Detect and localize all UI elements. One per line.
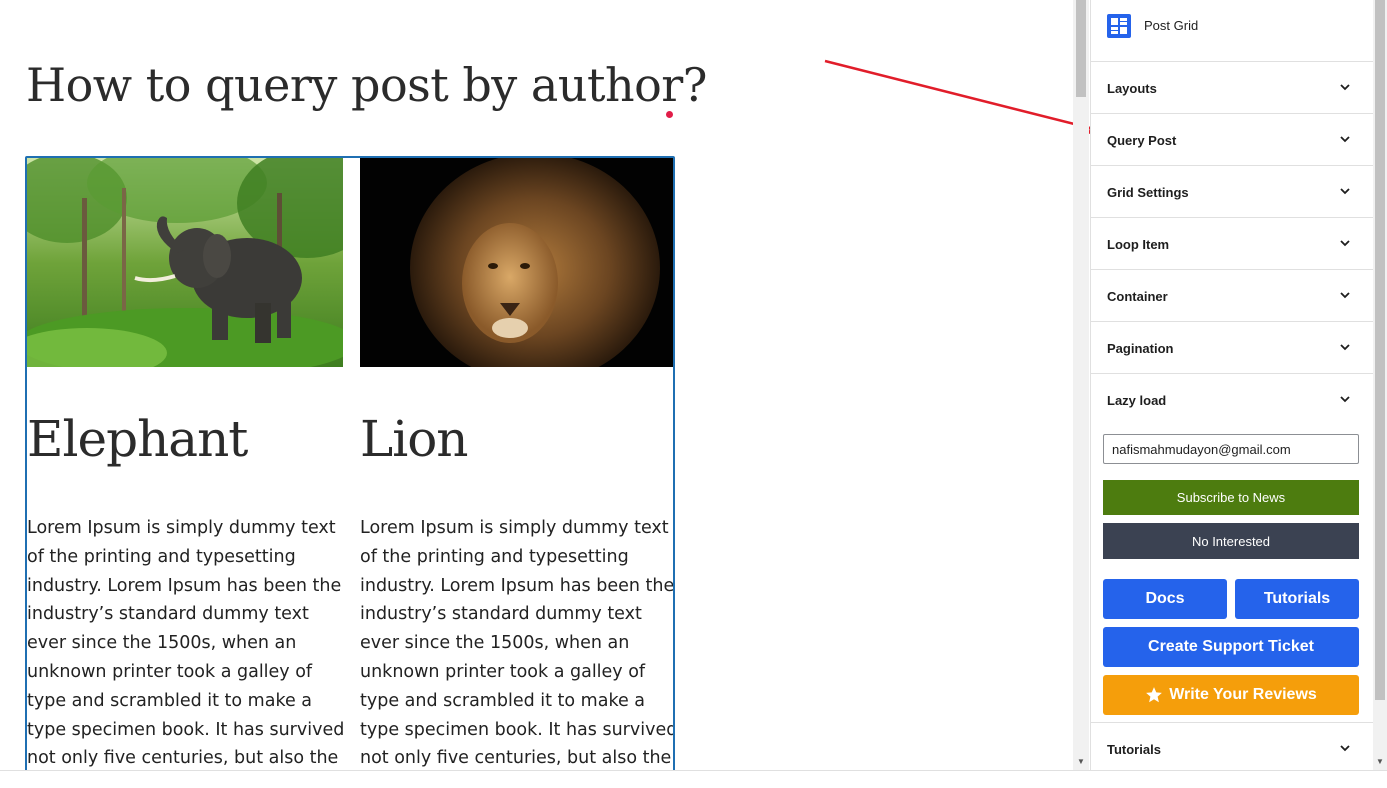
panel-pagination[interactable]: Pagination: [1091, 322, 1373, 374]
panel-query-post[interactable]: Query Post: [1091, 114, 1373, 166]
post-grid-block[interactable]: Elephant Lorem Ipsum is simply dummy tex…: [25, 156, 675, 770]
grid-item-excerpt: Lorem Ipsum is simply dummy text of the …: [27, 518, 345, 769]
bottom-edge: [0, 770, 1387, 788]
chevron-down-icon: [1340, 396, 1350, 403]
chevron-down-icon: [1340, 136, 1350, 143]
sidebar-scrollbar[interactable]: ▼: [1373, 0, 1387, 770]
docs-button[interactable]: Docs: [1103, 579, 1227, 619]
write-reviews-button[interactable]: Write Your Reviews: [1103, 675, 1359, 715]
grid-item-elephant[interactable]: Elephant Lorem Ipsum is simply dummy tex…: [27, 158, 344, 768]
elephant-image: [27, 158, 343, 367]
grid-item-title[interactable]: Lion: [360, 410, 468, 468]
block-settings-sidebar: Post Grid Layouts Query Post Grid Settin…: [1090, 0, 1374, 770]
panel-loop-item[interactable]: Loop Item: [1091, 218, 1373, 270]
canvas-scrollbar[interactable]: ▼: [1073, 0, 1089, 770]
chevron-down-icon: [1340, 188, 1350, 195]
panel-label: Query Post: [1107, 133, 1177, 148]
canvas-scrollbar-thumb[interactable]: [1076, 0, 1086, 97]
scroll-down-icon[interactable]: ▼: [1376, 757, 1384, 766]
panel-label: Lazy load: [1107, 393, 1167, 408]
title-dot: [666, 111, 673, 118]
panel-label: Pagination: [1107, 341, 1174, 356]
chevron-down-icon: [1340, 344, 1350, 351]
subscribe-button[interactable]: Subscribe to News: [1103, 480, 1359, 515]
panel-label: Tutorials: [1107, 742, 1161, 757]
panel-label: Layouts: [1107, 81, 1157, 96]
panel-label: Container: [1107, 289, 1168, 304]
grid-item-excerpt: Lorem Ipsum is simply dummy text of the …: [360, 518, 675, 769]
grid-item-lion[interactable]: Lion Lorem Ipsum is simply dummy text of…: [360, 158, 673, 768]
panel-grid-settings[interactable]: Grid Settings: [1091, 166, 1373, 218]
chevron-down-icon: [1340, 84, 1350, 91]
chevron-down-icon: [1340, 745, 1350, 752]
no-interest-button[interactable]: No Interested: [1103, 523, 1359, 559]
panel-layouts[interactable]: Layouts: [1091, 62, 1373, 114]
star-icon: [1146, 687, 1163, 703]
editor-canvas: How to query post by author? Elephant Lo…: [0, 0, 1073, 770]
tutorials-button[interactable]: Tutorials: [1235, 579, 1359, 619]
chevron-down-icon: [1340, 292, 1350, 299]
block-name: Post Grid: [1144, 18, 1199, 33]
panel-tutorials[interactable]: Tutorials: [1091, 723, 1373, 770]
post-grid-icon: [1107, 14, 1131, 38]
panel-container[interactable]: Container: [1091, 270, 1373, 322]
email-field[interactable]: [1103, 434, 1359, 464]
scroll-down-icon[interactable]: ▼: [1077, 757, 1085, 766]
lion-image: [360, 158, 673, 367]
panel-label: Grid Settings: [1107, 185, 1189, 200]
post-title[interactable]: How to query post by author?: [26, 58, 707, 112]
create-support-ticket-button[interactable]: Create Support Ticket: [1103, 627, 1359, 667]
write-reviews-label: Write Your Reviews: [1169, 686, 1317, 703]
promo-section: Subscribe to News No Interested Docs Tut…: [1091, 425, 1373, 723]
block-card: Post Grid: [1091, 0, 1373, 62]
chevron-down-icon: [1340, 240, 1350, 247]
sidebar-scrollbar-thumb[interactable]: [1375, 0, 1385, 700]
panel-label: Loop Item: [1107, 237, 1170, 252]
panel-lazy-load[interactable]: Lazy load: [1091, 374, 1373, 425]
grid-item-title[interactable]: Elephant: [27, 410, 248, 468]
